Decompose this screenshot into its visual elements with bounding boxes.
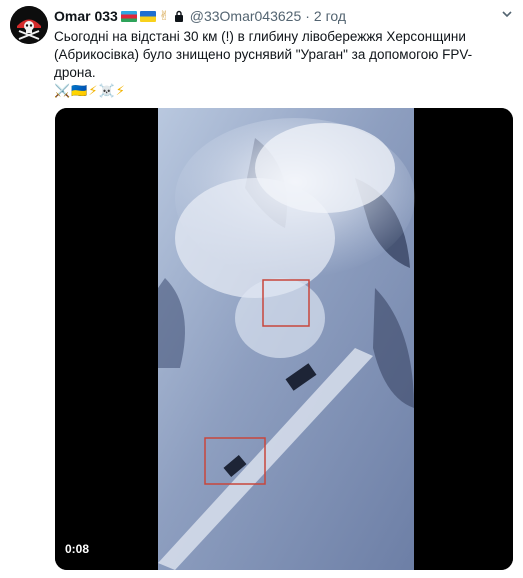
- user-handle[interactable]: @33Omar043625: [190, 8, 302, 24]
- tweet-header: Omar 033 ✌ @33Omar043625 · 2 год: [54, 7, 346, 25]
- tweet-card[interactable]: Omar 033 ✌ @33Omar043625 · 2 год Сьогодн…: [0, 0, 523, 578]
- chevron-down-icon[interactable]: [499, 6, 515, 22]
- video-timestamp: 0:08: [65, 542, 90, 556]
- emoji-line: ⚔️🇺🇦⚡☠️⚡: [54, 83, 126, 98]
- tweet-text: Сьогодні на відстані 30 км (!) в глибину…: [54, 28, 494, 100]
- timestamp-link[interactable]: 2 год: [314, 8, 346, 24]
- victory-hand-icon: ✌: [158, 8, 170, 23]
- avatar[interactable]: [10, 6, 48, 44]
- video-player[interactable]: 0:08: [55, 108, 513, 570]
- ukraine-flag-icon: [139, 10, 156, 22]
- separator-dot: ·: [305, 8, 310, 24]
- video-frame: [55, 108, 513, 570]
- azerbaijan-flag-icon: [120, 10, 137, 22]
- jolly-roger-avatar-icon: [10, 6, 48, 44]
- tweet-text-line: дрона.: [54, 65, 96, 80]
- display-name[interactable]: Omar 033: [54, 8, 118, 24]
- tweet-text-line: (Абрикосівка) було знищено руснявий "Ура…: [54, 47, 473, 62]
- tweet-text-line: Сьогодні на відстані 30 км (!) в глибину…: [54, 29, 466, 44]
- lock-icon: [174, 10, 183, 22]
